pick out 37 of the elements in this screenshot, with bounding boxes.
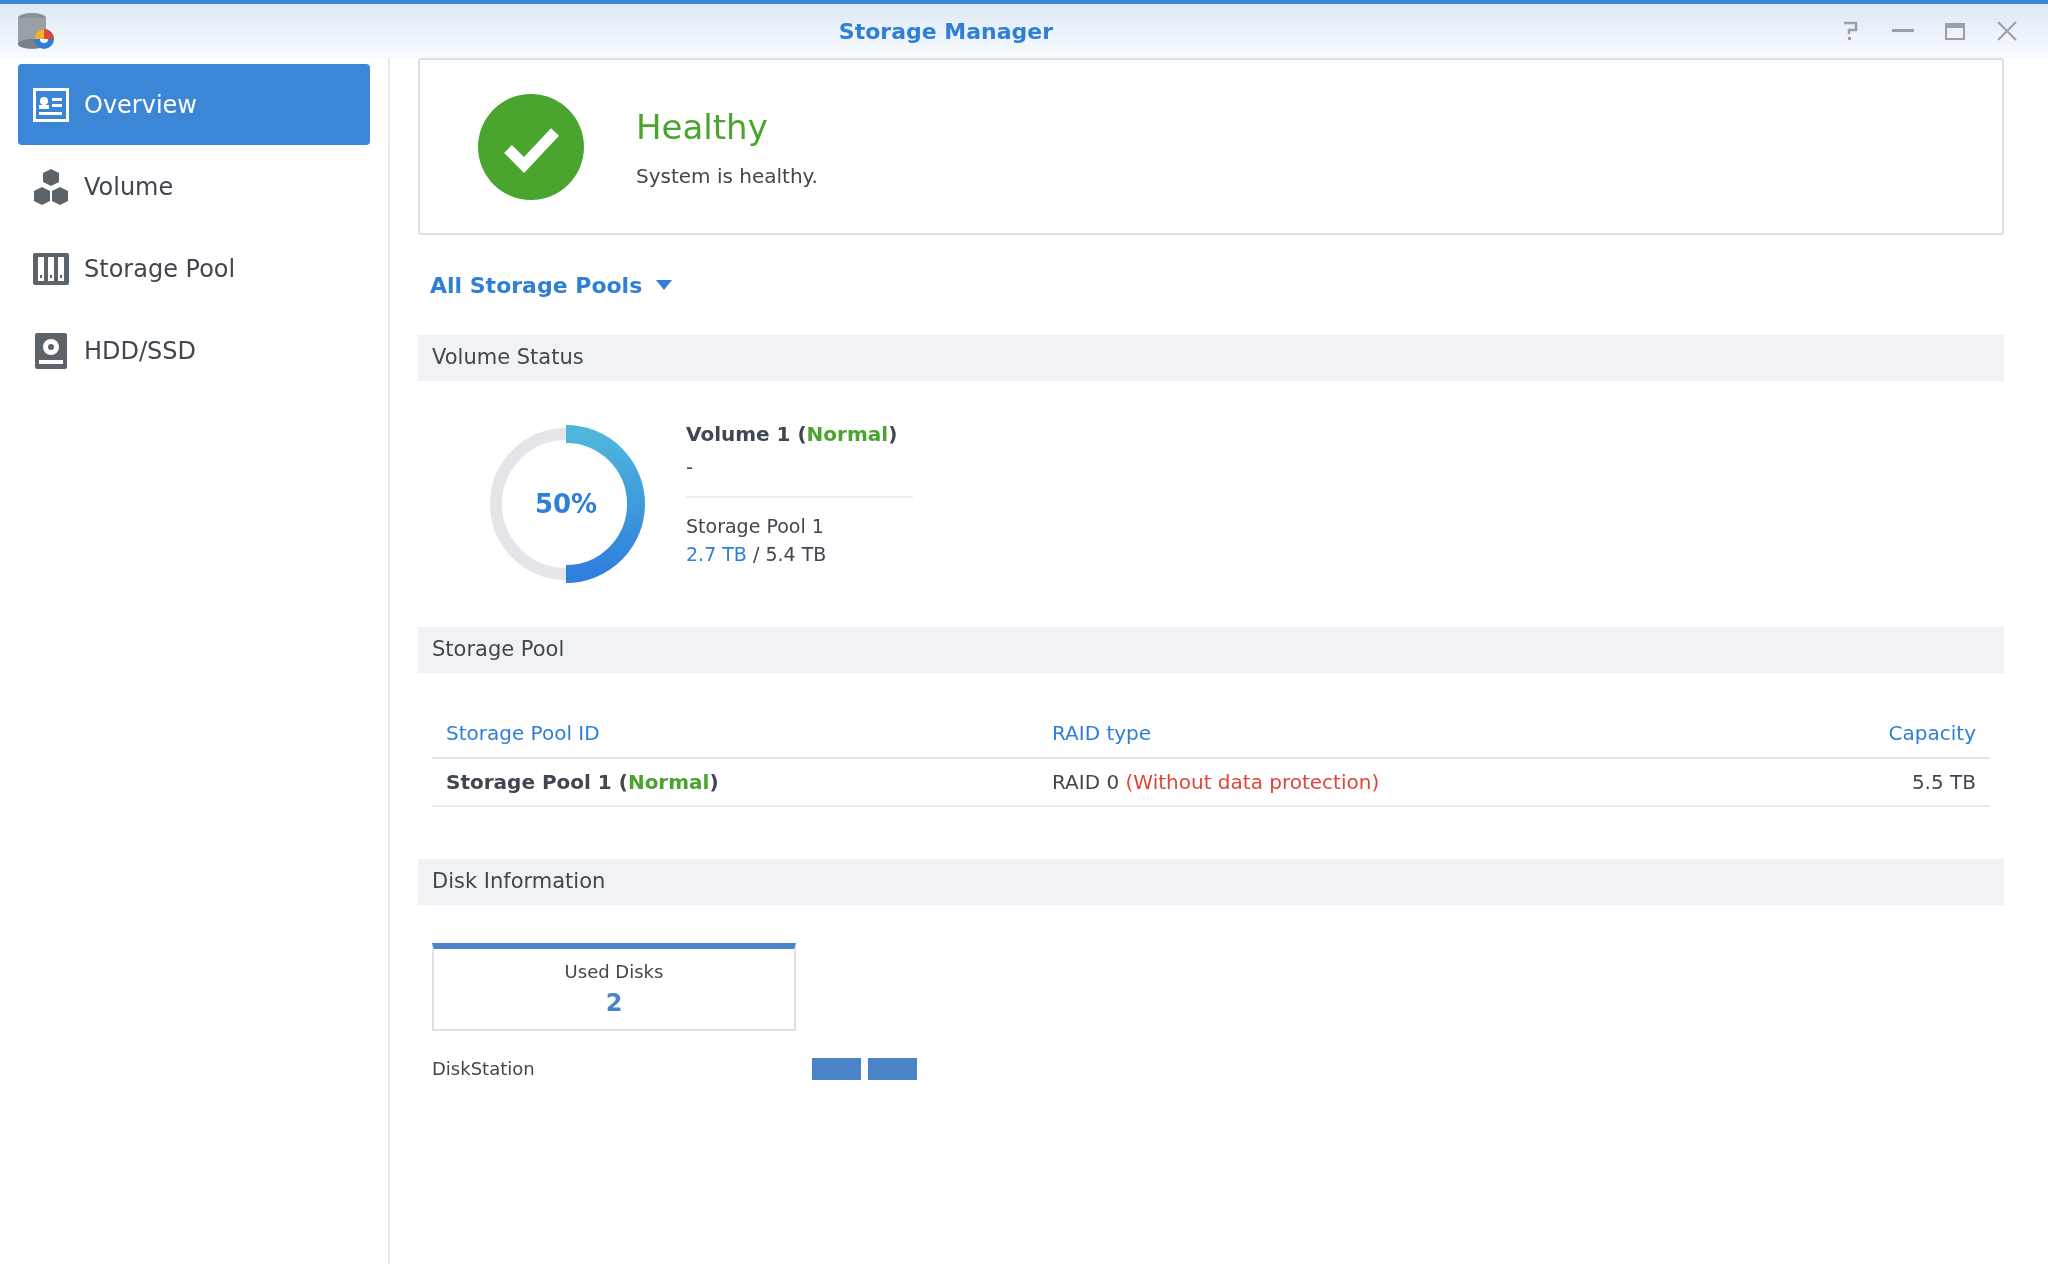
volume-name: Volume 1 (Normal) bbox=[686, 421, 899, 449]
database-chart-icon bbox=[16, 12, 56, 50]
volume-description: - bbox=[686, 455, 694, 481]
usage-percent: 50% bbox=[534, 487, 598, 521]
used-disks-label: Used Disks bbox=[564, 959, 664, 984]
sidebar-item[interactable]: Overview bbox=[18, 64, 370, 145]
section-header: Disk Information bbox=[418, 859, 2004, 905]
sidebar-item[interactable]: Volume bbox=[18, 146, 370, 227]
sidebar-item[interactable]: Storage Pool bbox=[18, 228, 370, 309]
id-card-icon bbox=[33, 87, 69, 122]
storage-pool-icon bbox=[33, 252, 69, 285]
sidebar-item[interactable]: HDD/SSD bbox=[18, 310, 370, 391]
cubes-icon bbox=[32, 167, 70, 206]
health-message: System is healthy. bbox=[636, 163, 818, 190]
section-header: Storage Pool bbox=[418, 627, 2004, 673]
section-header: Volume Status bbox=[418, 335, 2004, 381]
table-cell-text: 5.5 TB bbox=[1910, 769, 1977, 796]
window-title: Storage Manager bbox=[838, 17, 1054, 46]
column-header[interactable]: Storage Pool ID bbox=[432, 718, 1052, 748]
column-header[interactable]: Capacity bbox=[1690, 718, 1990, 748]
help-icon bbox=[1842, 20, 1860, 42]
volume-capacity: 2.7 TB / 5.4 TB bbox=[686, 542, 828, 568]
minimize-icon bbox=[1892, 29, 1914, 33]
disk-slot bbox=[868, 1057, 917, 1080]
used-disks-count: 2 bbox=[605, 987, 623, 1019]
station-name: DiskStation bbox=[432, 1057, 536, 1081]
caret-icon bbox=[656, 280, 673, 290]
table-cell-text: Storage Pool 1 (Normal) bbox=[445, 769, 720, 796]
volume-pool: Storage Pool 1 bbox=[686, 513, 825, 539]
maximize-icon bbox=[1945, 22, 1965, 40]
pool-dropdown[interactable]: All Storage Pools bbox=[430, 268, 673, 302]
column-header[interactable]: RAID type bbox=[1052, 718, 1690, 748]
check-circle-icon bbox=[478, 93, 584, 200]
disk-slot bbox=[812, 1057, 861, 1080]
health-title: Healthy bbox=[636, 106, 769, 149]
close-icon bbox=[1997, 21, 2017, 41]
table-cell-text: RAID 0 (Without data protection) bbox=[1052, 769, 1381, 796]
